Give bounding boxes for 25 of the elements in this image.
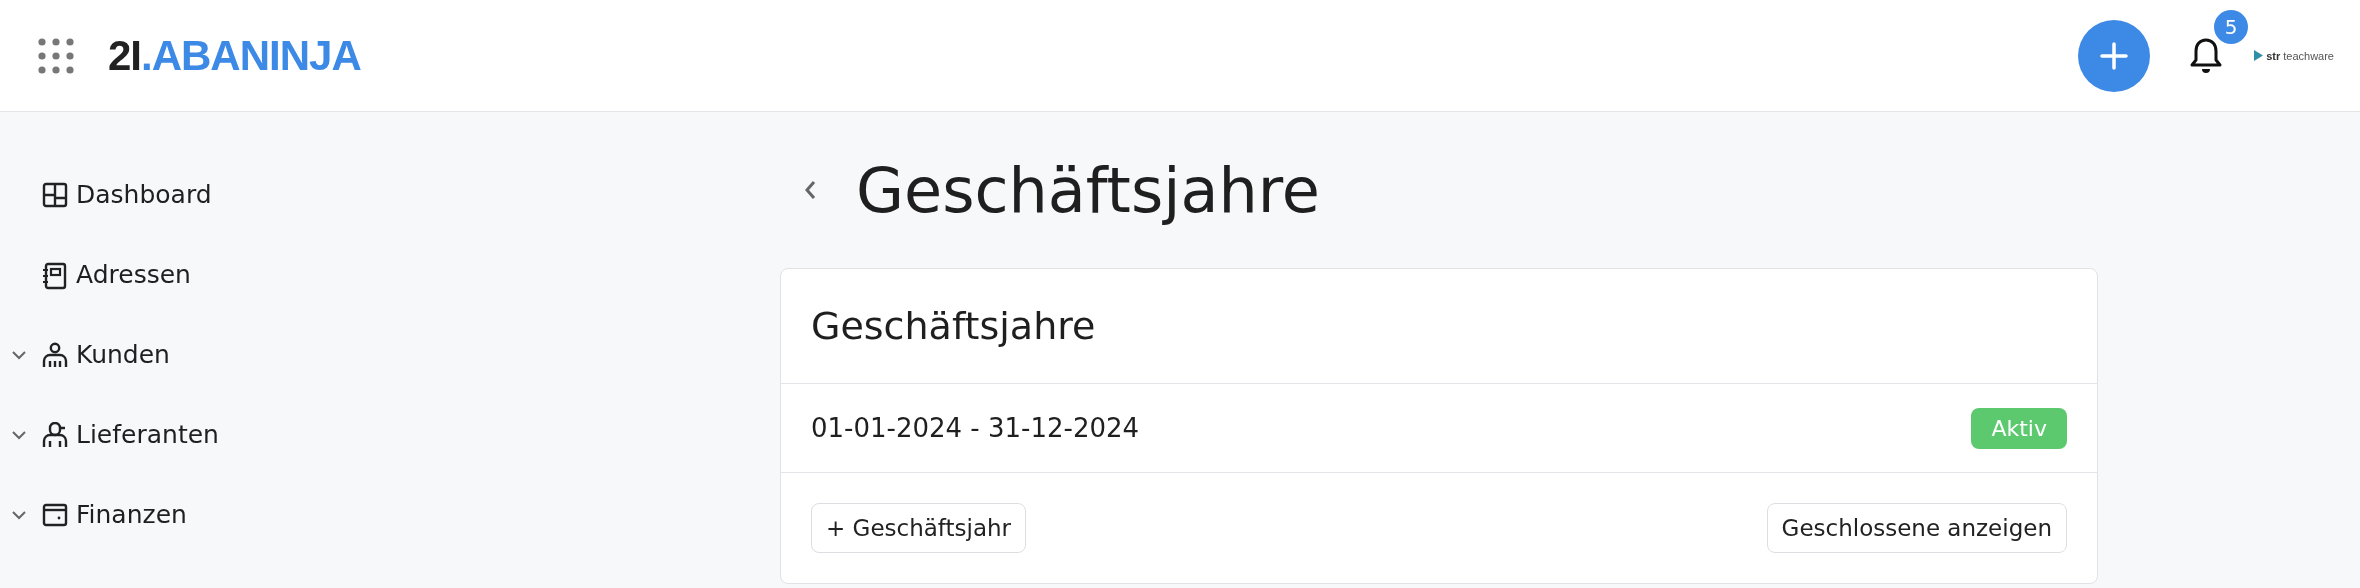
sidebar-item[interactable]: Adressen [0, 256, 780, 336]
logo[interactable]: 2I.ABANINJA [108, 31, 361, 80]
sidebar-item[interactable]: Kunden [0, 336, 780, 416]
action-button[interactable]: Geschlossene anzeigen [1766, 503, 2067, 553]
person-icon [42, 342, 68, 368]
chevron-down-icon[interactable] [12, 430, 26, 440]
notification-count: 5 [2214, 9, 2249, 44]
chevron-down-icon[interactable] [12, 510, 26, 520]
person-cap-icon [42, 422, 68, 448]
fiscal-year-period[interactable]: 01-01-2024 - 31-12-2024 [811, 413, 1140, 443]
back-icon[interactable] [804, 180, 816, 200]
page-title: Geschäftsjahre [856, 153, 1320, 227]
dashboard-icon [42, 182, 68, 208]
address-book-icon [42, 262, 68, 290]
action-button[interactable]: + Geschäftsjahr [811, 503, 1027, 553]
status-badge: Aktiv [1971, 407, 2067, 449]
partner-logo: str teachware [2254, 49, 2334, 62]
sidebar-item[interactable]: Finanzen [0, 496, 780, 576]
wallet-icon [42, 502, 68, 528]
plus-icon [2099, 40, 2130, 71]
app-grid-icon[interactable] [38, 37, 74, 74]
chevron-down-icon[interactable] [12, 350, 26, 360]
sidebar-item[interactable]: Lieferanten [0, 416, 780, 496]
sidebar-item[interactable]: Dashboard [0, 176, 780, 256]
card-title: Geschäftsjahre [781, 269, 2097, 384]
